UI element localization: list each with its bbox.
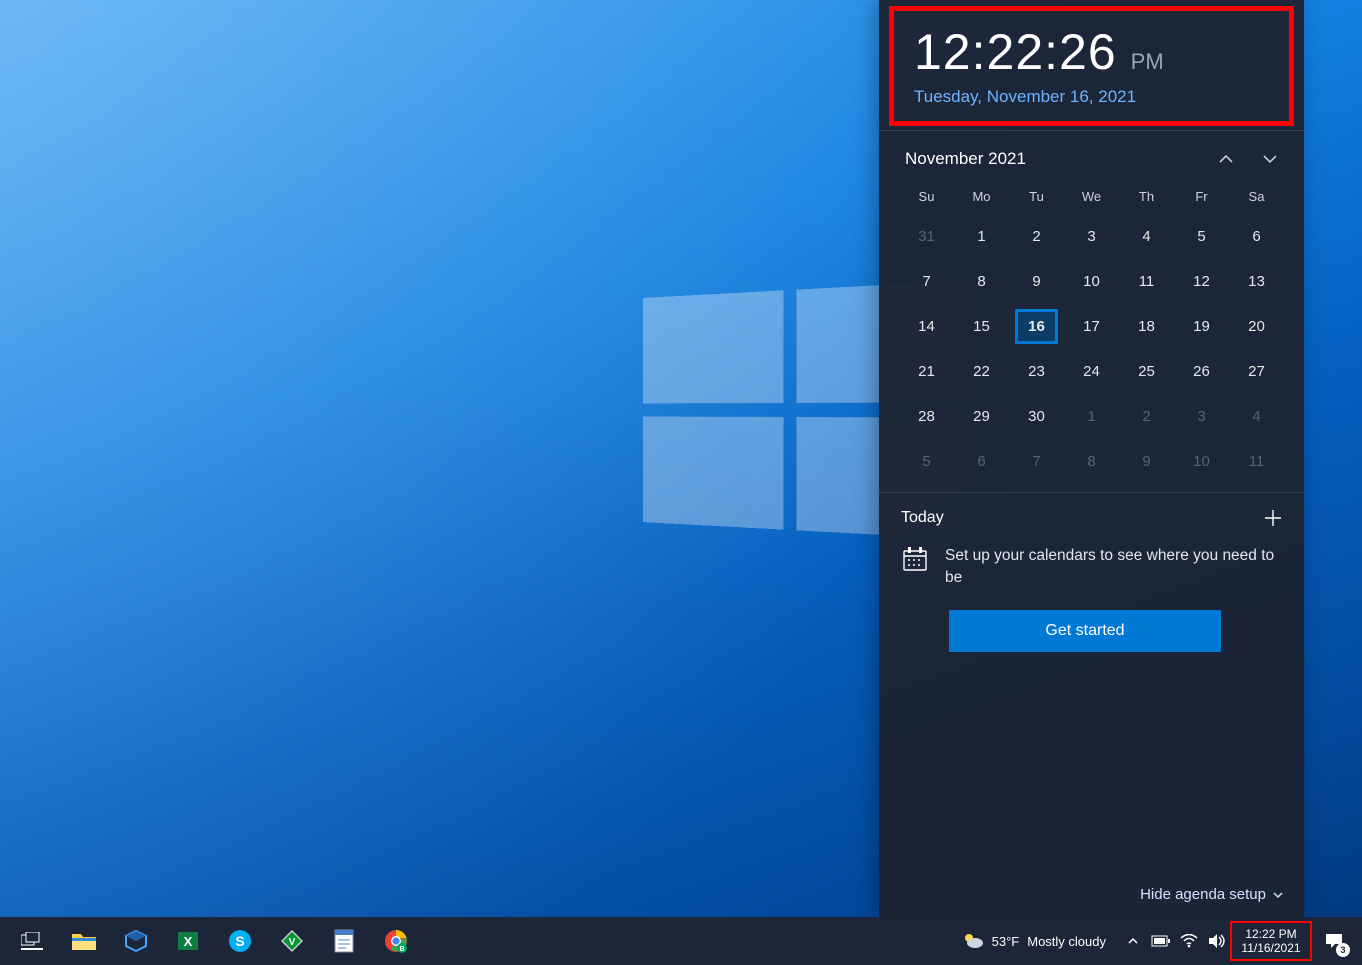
calendar-day[interactable]: 4: [1229, 394, 1284, 439]
calendar-day[interactable]: 27: [1229, 349, 1284, 394]
clock-calendar-flyout: 12:22:26 PM Tuesday, November 16, 2021 N…: [879, 0, 1304, 917]
calendar-day[interactable]: 22: [954, 349, 1009, 394]
calendar-day[interactable]: 8: [954, 259, 1009, 304]
flyout-full-date[interactable]: Tuesday, November 16, 2021: [914, 87, 1269, 107]
calendar-day[interactable]: 4: [1119, 214, 1174, 259]
weather-desc: Mostly cloudy: [1027, 934, 1106, 949]
calendar-day[interactable]: 2: [1009, 214, 1064, 259]
excel-icon[interactable]: X: [162, 917, 214, 965]
calendar-day[interactable]: 5: [1174, 214, 1229, 259]
skype-icon[interactable]: S: [214, 917, 266, 965]
gvim-icon[interactable]: V: [266, 917, 318, 965]
calendar-day[interactable]: 20: [1229, 304, 1284, 349]
calendar-day[interactable]: 17: [1064, 304, 1119, 349]
svg-text:V: V: [289, 937, 296, 948]
svg-text:B: B: [399, 946, 404, 953]
taskbar: X S V B 53°F Mostly cloudy: [0, 917, 1362, 965]
calendar-day[interactable]: 31: [899, 214, 954, 259]
svg-text:X: X: [184, 934, 193, 949]
calendar-day[interactable]: 1: [1064, 394, 1119, 439]
calendar-day[interactable]: 6: [1229, 214, 1284, 259]
calendar-day[interactable]: 8: [1064, 439, 1119, 484]
calendar-day[interactable]: 28: [899, 394, 954, 439]
calendar-day[interactable]: 9: [1119, 439, 1174, 484]
calendar-day[interactable]: 13: [1229, 259, 1284, 304]
hide-agenda-setup-link[interactable]: Hide agenda setup: [1140, 886, 1284, 903]
agenda-message: Set up your calendars to see where you n…: [945, 545, 1282, 590]
calendar-next-icon[interactable]: [1262, 151, 1278, 167]
virtualbox-icon[interactable]: [110, 917, 162, 965]
calendar-dow: Su: [899, 183, 954, 214]
notification-count-badge: 3: [1336, 943, 1350, 957]
flyout-clock-header: 12:22:26 PM Tuesday, November 16, 2021: [889, 6, 1294, 126]
calendar-day[interactable]: 21: [899, 349, 954, 394]
calendar-day[interactable]: 7: [1009, 439, 1064, 484]
calendar-day[interactable]: 12: [1174, 259, 1229, 304]
battery-icon[interactable]: [1148, 917, 1174, 965]
taskbar-clock-time: 12:22 PM: [1234, 927, 1308, 941]
calendar-day[interactable]: 30: [1009, 394, 1064, 439]
calendar-month-label[interactable]: November 2021: [905, 149, 1026, 169]
calendar-day[interactable]: 3: [1064, 214, 1119, 259]
calendar-day[interactable]: 2: [1119, 394, 1174, 439]
calendar-day[interactable]: 25: [1119, 349, 1174, 394]
calendar-day[interactable]: 10: [1064, 259, 1119, 304]
calendar-dow: Th: [1119, 183, 1174, 214]
calendar-panel: November 2021 SuMoTuWeThFrSa311234567891…: [879, 131, 1304, 492]
calendar-day[interactable]: 11: [1229, 439, 1284, 484]
get-started-button[interactable]: Get started: [949, 610, 1221, 652]
hide-agenda-label: Hide agenda setup: [1140, 886, 1266, 903]
calendar-day[interactable]: 3: [1174, 394, 1229, 439]
calendar-day[interactable]: 24: [1064, 349, 1119, 394]
task-view-button[interactable]: [6, 917, 58, 965]
action-center-button[interactable]: 3: [1312, 917, 1356, 965]
taskbar-clock-date: 11/16/2021: [1234, 941, 1308, 955]
calendar-day[interactable]: 11: [1119, 259, 1174, 304]
svg-text:S: S: [235, 933, 244, 949]
calendar-day[interactable]: 9: [1009, 259, 1064, 304]
agenda-heading: Today: [901, 509, 944, 527]
chrome-icon[interactable]: B: [370, 917, 422, 965]
calendar-day[interactable]: 7: [899, 259, 954, 304]
calendar-day[interactable]: 14: [899, 304, 954, 349]
calendar-day[interactable]: 1: [954, 214, 1009, 259]
agenda-panel: Today Set up your calendars to see where…: [879, 493, 1304, 917]
calendar-dow: Sa: [1229, 183, 1284, 214]
chevron-down-icon: [1272, 889, 1284, 901]
calendar-day[interactable]: 10: [1174, 439, 1229, 484]
notepad-icon[interactable]: [318, 917, 370, 965]
flyout-ampm: PM: [1131, 49, 1164, 75]
flyout-time: 12:22:26: [914, 23, 1117, 81]
tray-overflow-icon[interactable]: [1120, 917, 1146, 965]
calendar-day[interactable]: 19: [1174, 304, 1229, 349]
file-explorer-icon[interactable]: [58, 917, 110, 965]
calendar-day[interactable]: 5: [899, 439, 954, 484]
wifi-icon[interactable]: [1176, 917, 1202, 965]
calendar-dow: Tu: [1009, 183, 1064, 214]
calendar-day[interactable]: 26: [1174, 349, 1229, 394]
calendar-grid: SuMoTuWeThFrSa31123456789101112131415161…: [899, 183, 1284, 484]
calendar-prev-icon[interactable]: [1218, 151, 1234, 167]
volume-icon[interactable]: [1204, 917, 1230, 965]
taskbar-weather[interactable]: 53°F Mostly cloudy: [948, 931, 1120, 951]
calendar-dow: Mo: [954, 183, 1009, 214]
calendar-day[interactable]: 29: [954, 394, 1009, 439]
calendar-day[interactable]: 6: [954, 439, 1009, 484]
system-tray: [1120, 917, 1230, 965]
calendar-day[interactable]: 15: [954, 304, 1009, 349]
calendar-day-today[interactable]: 16: [1009, 304, 1064, 349]
calendar-day[interactable]: 18: [1119, 304, 1174, 349]
calendar-icon: [901, 545, 929, 573]
calendar-dow: Fr: [1174, 183, 1229, 214]
calendar-dow: We: [1064, 183, 1119, 214]
calendar-day[interactable]: 23: [1009, 349, 1064, 394]
add-event-icon[interactable]: [1264, 509, 1282, 527]
taskbar-clock[interactable]: 12:22 PM 11/16/2021: [1230, 921, 1312, 962]
weather-icon: [962, 931, 984, 951]
weather-temp: 53°F: [992, 934, 1020, 949]
